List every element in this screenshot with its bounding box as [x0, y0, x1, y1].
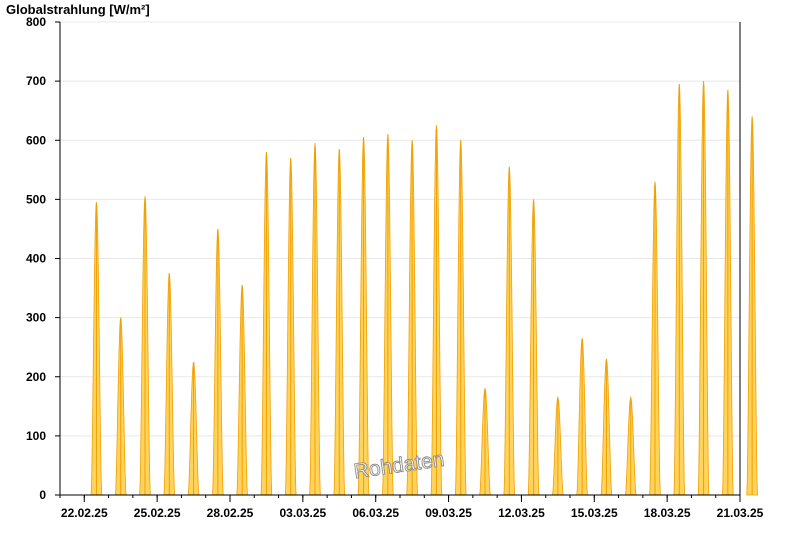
y-tick-label: 0	[39, 488, 46, 502]
x-tick-label: 25.02.25	[134, 506, 181, 520]
x-tick-label: 18.03.25	[644, 506, 691, 520]
y-tick-label: 500	[26, 192, 46, 206]
grid-layer	[60, 21, 740, 437]
x-tick-label: 09.03.25	[425, 506, 472, 520]
x-tick-label: 21.03.25	[717, 506, 764, 520]
x-tick-label: 22.02.25	[61, 506, 108, 520]
chart: Globalstrahlung [W/m²] 0 100 200 300 400 500 6…	[0, 0, 800, 550]
y-tick-label: 100	[26, 429, 46, 443]
y-tick-label: 700	[26, 74, 46, 88]
chart-plot: 0 100 200 300 400 500 600 700 800 22.02.25 25.02.2…	[26, 15, 764, 520]
y-tick-label: 300	[26, 311, 46, 325]
x-tick-label: 15.03.25	[571, 506, 618, 520]
series-layer	[90, 81, 758, 496]
y-tick-label: 400	[26, 252, 46, 266]
x-tick-label: 06.03.25	[352, 506, 399, 520]
x-tick-label: 28.02.25	[207, 506, 254, 520]
x-tick-label: 12.03.25	[498, 506, 545, 520]
y-tick-label: 600	[26, 133, 46, 147]
y-tick-label: 800	[26, 15, 46, 29]
y-tick-label: 200	[26, 370, 46, 384]
x-tick-label: 03.03.25	[279, 506, 326, 520]
